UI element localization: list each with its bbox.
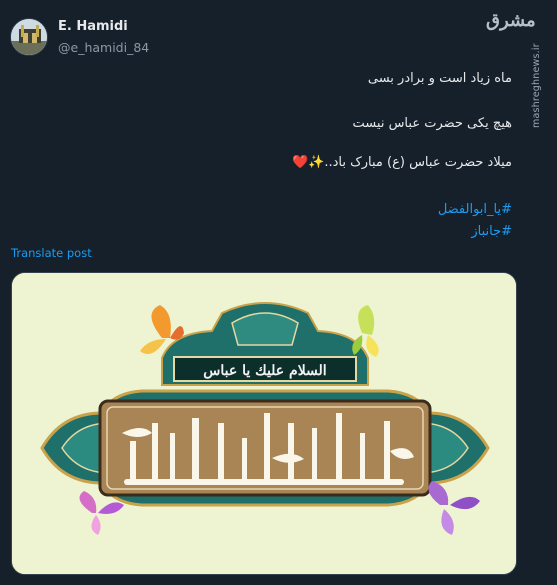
avatar-image xyxy=(11,19,47,55)
post-text-line: هیچ یکی حضرت عباس نیست xyxy=(352,116,512,131)
svg-text:ﺍﻟﺴﻼﻡ ﻋﻠﻴﻚ ﻳﺎ ﻋﺒﺎﺱ: ﺍﻟﺴﻼﻡ ﻋﻠﻴﻚ ﻳﺎ ﻋﺒﺎﺱ xyxy=(203,363,326,379)
post-media-image[interactable]: ﺍﻟﺴﻼﻡ ﻋﻠﻴﻚ ﻳﺎ ﻋﺒﺎﺱ xyxy=(11,272,517,575)
watermark-logo: مشرق xyxy=(486,10,536,31)
hashtag-link[interactable]: #جانباز xyxy=(471,224,512,239)
post-text-line: ماه زیاد است و برادر بسی xyxy=(367,71,512,86)
avatar[interactable] xyxy=(10,18,48,56)
translate-post-link[interactable]: Translate post xyxy=(11,246,92,260)
hashtag-link[interactable]: #یا_ابوالفضل xyxy=(438,202,512,217)
calligraphy-artwork: ﺍﻟﺴﻼﻡ ﻋﻠﻴﻚ ﻳﺎ ﻋﺒﺎﺱ xyxy=(12,273,516,574)
author-handle[interactable]: @e_hamidi_84 xyxy=(58,40,149,55)
tweet-post: E. Hamidi @e_hamidi_84 مشرق mashreghnews… xyxy=(0,0,557,585)
author-name[interactable]: E. Hamidi xyxy=(58,19,128,34)
watermark-url: mashreghnews.ir xyxy=(531,43,542,128)
post-text-line: میلاد حضرت عباس (ع) مبارک باد..✨❤️ xyxy=(292,155,512,170)
